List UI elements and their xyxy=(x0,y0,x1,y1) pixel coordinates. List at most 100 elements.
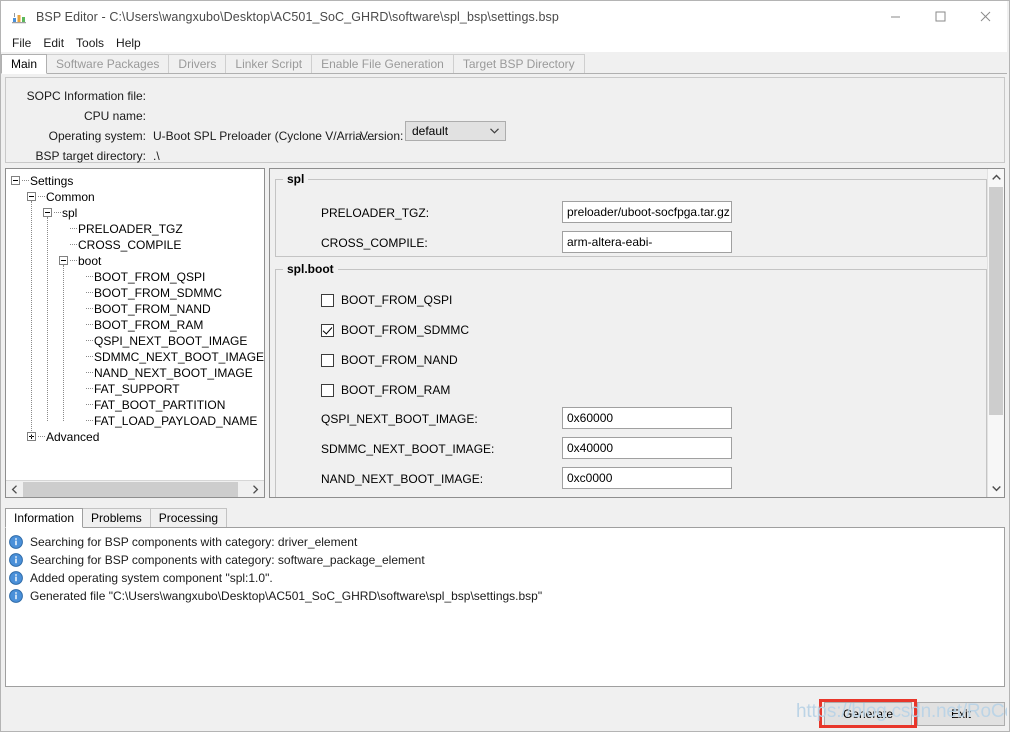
collapse-icon[interactable] xyxy=(27,192,36,201)
tree-item-sdmmc-next-boot-image[interactable]: SDMMC_NEXT_BOOT_IMAGE xyxy=(6,349,264,365)
info-icon xyxy=(9,589,23,603)
tree-item-boot-from-nand[interactable]: BOOT_FROM_NAND xyxy=(6,301,264,317)
version-label: Version: xyxy=(360,129,404,143)
tab-enable-file-generation[interactable]: Enable File Generation xyxy=(311,54,454,73)
tree-item-label: Settings xyxy=(30,174,74,188)
tree-item-label: QSPI_NEXT_BOOT_IMAGE xyxy=(94,334,248,348)
tree-item-spl[interactable]: spl xyxy=(6,205,264,221)
settings-fields-container: spl PRELOADER_TGZ: preloader/uboot-socfp… xyxy=(270,169,987,497)
tab-target-bsp-directory[interactable]: Target BSP Directory xyxy=(452,54,585,73)
menu-item-tools[interactable]: Tools xyxy=(70,35,110,51)
tree-hscroll-thumb[interactable] xyxy=(23,481,238,497)
tree-item-boot[interactable]: boot xyxy=(6,253,264,269)
tab-information[interactable]: Information xyxy=(5,508,84,528)
input-cross-compile[interactable]: arm-altera-eabi- xyxy=(562,231,732,253)
tree-item-label: BOOT_FROM_QSPI xyxy=(94,270,206,284)
tree-item-label: BOOT_FROM_NAND xyxy=(94,302,211,316)
label-qspi-next-boot-image: QSPI_NEXT_BOOT_IMAGE: xyxy=(321,412,478,426)
tree-item-label: FAT_LOAD_PAYLOAD_NAME xyxy=(94,414,258,428)
tree-item-fat-load-payload-name[interactable]: FAT_LOAD_PAYLOAD_NAME xyxy=(6,413,264,429)
label-nand-next-boot-image: NAND_NEXT_BOOT_IMAGE: xyxy=(321,472,484,486)
tree-item-label: CROSS_COMPILE xyxy=(78,238,182,252)
tree-connector xyxy=(86,420,93,422)
tree-item-fat-boot-partition[interactable]: FAT_BOOT_PARTITION xyxy=(6,397,264,413)
boot-from-sdmmc-checkbox[interactable] xyxy=(321,323,334,337)
collapse-icon[interactable] xyxy=(11,176,20,185)
input-nand-next-boot-image[interactable]: 0xc0000 xyxy=(562,467,732,489)
tree-item-cross-compile[interactable]: CROSS_COMPILE xyxy=(6,237,264,253)
group-spl-boot-title: spl.boot xyxy=(283,262,338,276)
info-icon xyxy=(9,553,23,567)
menu-bar: File Edit Tools Help xyxy=(1,33,1009,52)
collapse-icon[interactable] xyxy=(43,208,52,217)
scroll-right-icon[interactable] xyxy=(247,481,264,497)
boot-from-qspi-checkbox[interactable] xyxy=(321,293,334,307)
group-spl-boot: spl.boot BOOT_FROM_QSPI BOOT_FROM_SDMMC … xyxy=(275,262,987,497)
scroll-left-icon[interactable] xyxy=(6,481,23,497)
watermark-text: https://blog.csdn.net/RoCclay xyxy=(796,701,1009,722)
tree-item-settings[interactable]: Settings xyxy=(6,173,264,189)
sopc-label-bsp-target-directory: BSP target directory: xyxy=(35,149,147,163)
tree-item-label: FAT_BOOT_PARTITION xyxy=(94,398,226,412)
close-icon[interactable] xyxy=(963,1,1008,32)
tree-item-label: BOOT_FROM_RAM xyxy=(94,318,204,332)
tree-connector xyxy=(86,340,93,342)
scroll-down-icon[interactable] xyxy=(988,480,1004,497)
input-preloader-tgz[interactable]: preloader/uboot-socfpga.tar.gz xyxy=(562,201,732,223)
group-spl: spl PRELOADER_TGZ: preloader/uboot-socfp… xyxy=(275,172,987,257)
sopc-information-panel: SOPC Information file: CPU name: Operati… xyxy=(5,77,1005,163)
tree-connector xyxy=(86,404,93,406)
version-select[interactable]: default xyxy=(405,121,506,141)
label-sdmmc-next-boot-image: SDMMC_NEXT_BOOT_IMAGE: xyxy=(321,442,495,456)
checkbox-row-boot-from-ram[interactable]: BOOT_FROM_RAM xyxy=(321,383,450,397)
tab-main[interactable]: Main xyxy=(1,54,48,74)
settings-vscroll-thumb[interactable] xyxy=(989,187,1003,415)
tree-connector xyxy=(86,388,93,390)
settings-vertical-scrollbar[interactable] xyxy=(987,169,1004,497)
collapse-icon[interactable] xyxy=(59,256,68,265)
chevron-down-icon xyxy=(483,128,505,134)
group-spl-title: spl xyxy=(283,172,309,186)
input-sdmmc-next-boot-image[interactable]: 0x40000 xyxy=(562,437,732,459)
settings-tree-panel[interactable]: Settings Common spl PRELOADER_TGZ CROSS_COMP… xyxy=(5,168,265,498)
log-tab-strip: Information Problems Processing xyxy=(5,507,1005,528)
menu-item-edit[interactable]: Edit xyxy=(37,35,70,51)
tree-horizontal-scrollbar[interactable] xyxy=(6,480,264,497)
checkbox-row-boot-from-nand[interactable]: BOOT_FROM_NAND xyxy=(321,353,458,367)
tree-connector xyxy=(70,260,77,262)
tab-software-packages[interactable]: Software Packages xyxy=(46,54,170,73)
minimize-icon[interactable] xyxy=(873,1,918,32)
tab-linker-script[interactable]: Linker Script xyxy=(225,54,313,73)
tree-item-advanced[interactable]: Advanced xyxy=(6,429,264,445)
tree-connector xyxy=(70,228,77,230)
settings-tree: Settings Common spl PRELOADER_TGZ CROSS_COMP… xyxy=(6,169,264,479)
tree-hscroll-track[interactable] xyxy=(238,481,247,497)
tab-processing[interactable]: Processing xyxy=(149,508,228,527)
tree-item-qspi-next-boot-image[interactable]: QSPI_NEXT_BOOT_IMAGE xyxy=(6,333,264,349)
scroll-up-icon[interactable] xyxy=(988,169,1004,186)
checkbox-row-boot-from-qspi[interactable]: BOOT_FROM_QSPI xyxy=(321,293,452,307)
boot-from-ram-checkbox[interactable] xyxy=(321,383,334,397)
version-selected-value: default xyxy=(412,124,449,138)
menu-item-file[interactable]: File xyxy=(6,35,37,51)
list-item: Generated file "C:\Users\wangxubo\Deskto… xyxy=(9,587,1004,605)
tree-item-common[interactable]: Common xyxy=(6,189,264,205)
label-boot-from-sdmmc: BOOT_FROM_SDMMC xyxy=(341,323,470,337)
tree-item-fat-support[interactable]: FAT_SUPPORT xyxy=(6,381,264,397)
tab-problems[interactable]: Problems xyxy=(82,508,151,527)
tree-item-boot-from-qspi[interactable]: BOOT_FROM_QSPI xyxy=(6,269,264,285)
input-qspi-next-boot-image[interactable]: 0x60000 xyxy=(562,407,732,429)
boot-from-nand-checkbox[interactable] xyxy=(321,353,334,367)
tree-item-boot-from-sdmmc[interactable]: BOOT_FROM_SDMMC xyxy=(6,285,264,301)
tab-drivers[interactable]: Drivers xyxy=(168,54,227,73)
tree-connector xyxy=(86,372,93,374)
menu-item-help[interactable]: Help xyxy=(110,35,147,51)
tree-item-boot-from-ram[interactable]: BOOT_FROM_RAM xyxy=(6,317,264,333)
tree-item-preloader-tgz[interactable]: PRELOADER_TGZ xyxy=(6,221,264,237)
sopc-row-cpu-name: CPU name: xyxy=(6,106,153,126)
maximize-icon[interactable] xyxy=(918,1,963,32)
sopc-row-information-file: SOPC Information file: xyxy=(6,86,153,106)
checkbox-row-boot-from-sdmmc[interactable]: BOOT_FROM_SDMMC xyxy=(321,323,469,337)
tree-item-nand-next-boot-image[interactable]: NAND_NEXT_BOOT_IMAGE xyxy=(6,365,264,381)
window-right-edge xyxy=(1007,1,1009,731)
